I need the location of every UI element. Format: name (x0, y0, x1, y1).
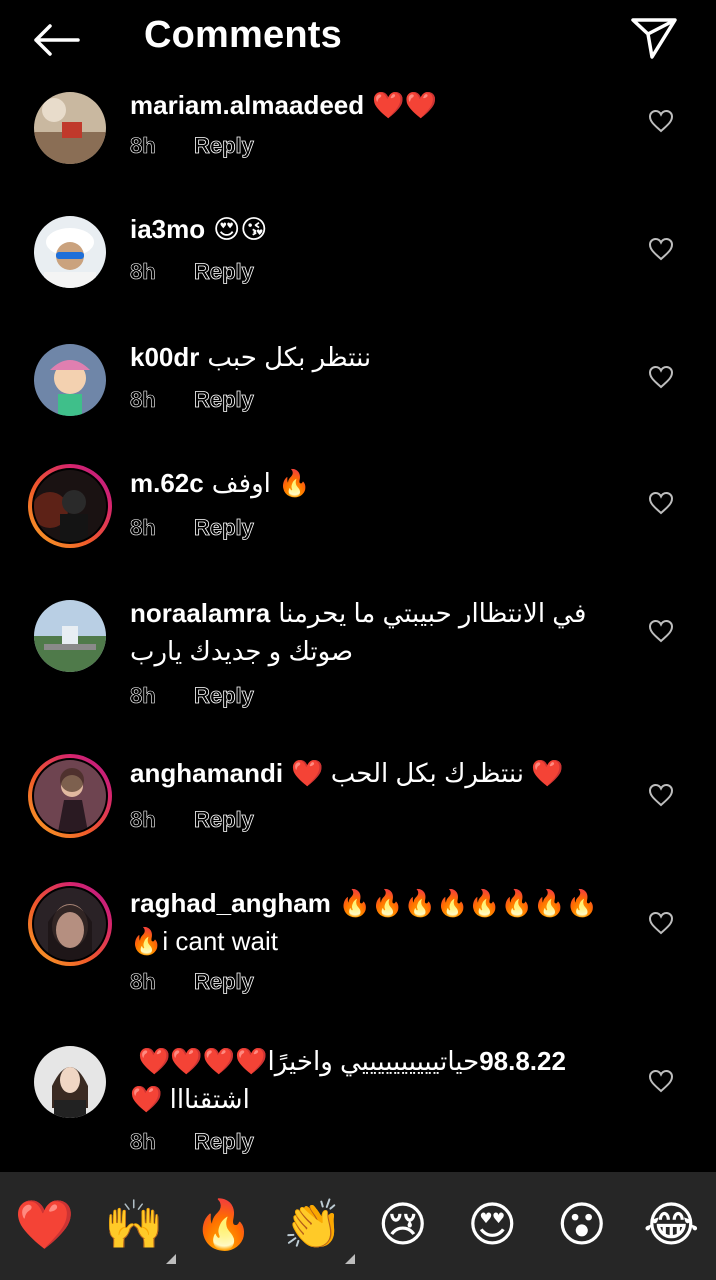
heart-outline-icon (648, 911, 674, 935)
like-button[interactable] (646, 488, 676, 518)
avatar[interactable] (28, 594, 112, 678)
comment-text-line2: اشتقنااا ❤️ (130, 1084, 250, 1114)
reply-button[interactable]: Reply (194, 969, 255, 995)
heart-outline-icon (648, 237, 674, 261)
like-button[interactable] (646, 1066, 676, 1096)
comment-username[interactable]: anghamandi (130, 758, 283, 788)
reply-button[interactable]: Reply (194, 1129, 255, 1155)
comment-time: 8h (130, 969, 156, 995)
heart-outline-icon (648, 491, 674, 515)
comment-text: 😍😘 (213, 214, 268, 244)
raising-hands-icon: 🙌 (104, 1199, 165, 1252)
reaction-fire-button[interactable]: 🔥 (192, 1194, 256, 1258)
comment-time: 8h (130, 807, 156, 833)
heart-outline-icon (648, 1069, 674, 1093)
comment-username[interactable]: ia3mo (130, 214, 205, 244)
reply-button[interactable]: Reply (194, 683, 255, 709)
avatar[interactable] (28, 882, 112, 966)
page-title: Comments (144, 14, 342, 56)
comment-text: ❤️ ننتظرك بكل الحب ❤️ (291, 758, 564, 788)
comment-text: في الانتظاار حبيبتي ما يحرمنا (278, 598, 587, 628)
share-button[interactable] (626, 12, 682, 64)
comment-text: ننتظر بكل حبب (207, 342, 372, 372)
avatar[interactable] (28, 1040, 112, 1124)
comment-username[interactable]: m.62c (130, 468, 204, 498)
comment-username[interactable]: mariam.almaadeed (130, 90, 364, 120)
avatar[interactable] (28, 464, 112, 548)
comment-username[interactable]: noraalamra (130, 598, 270, 628)
comment-time: 8h (130, 133, 156, 159)
like-button[interactable] (646, 780, 676, 810)
avatar[interactable] (28, 86, 112, 170)
reply-button[interactable]: Reply (194, 807, 255, 833)
reaction-laughing-button[interactable]: 😂 (639, 1194, 703, 1258)
reply-button[interactable]: Reply (194, 387, 255, 413)
skin-tone-indicator (166, 1254, 177, 1264)
like-button[interactable] (646, 234, 676, 264)
like-button[interactable] (646, 908, 676, 938)
arrow-left-icon (34, 24, 80, 56)
comment-time: 8h (130, 259, 156, 285)
reply-button[interactable]: Reply (194, 515, 255, 541)
avatar[interactable] (28, 210, 112, 294)
like-button[interactable] (646, 616, 676, 646)
comment-text-line2: 🔥i cant wait (130, 926, 278, 956)
comment-time: 8h (130, 515, 156, 541)
comment-time: 8h (130, 683, 156, 709)
reaction-heart-button[interactable]: ❤️ (13, 1194, 77, 1258)
reaction-heart-eyes-button[interactable]: 😍 (460, 1194, 524, 1258)
comment-text: ❤️❤️ (372, 90, 437, 120)
heart-outline-icon (648, 619, 674, 643)
comment-username[interactable]: raghad_angham (130, 888, 331, 918)
comment-username[interactable]: k00dr (130, 342, 199, 372)
reply-button[interactable]: Reply (194, 259, 255, 285)
reaction-crying-button[interactable]: 😢 (371, 1194, 435, 1258)
header: Comments (0, 0, 716, 78)
like-button[interactable] (646, 362, 676, 392)
skin-tone-indicator (345, 1254, 356, 1264)
comments-list[interactable]: mariam.almaadeed ❤️❤️ 8h Reply ia3mo 😍😘 8h… (0, 78, 716, 1172)
clapping-hands-icon: 👏 (283, 1199, 344, 1252)
comment-time: 8h (130, 1129, 156, 1155)
reply-button[interactable]: Reply (194, 133, 255, 159)
avatar[interactable] (28, 338, 112, 422)
comment-text-line2: صوتك و جديدك يارب (130, 636, 354, 666)
like-button[interactable] (646, 106, 676, 136)
heart-outline-icon (648, 365, 674, 389)
heart-outline-icon (648, 783, 674, 807)
heart-outline-icon (648, 109, 674, 133)
paper-plane-icon (631, 18, 677, 59)
comment-time: 8h (130, 387, 156, 413)
comment-text: حياتييييييييييي واخيرًا❤️❤️❤️❤️ (138, 1046, 480, 1076)
comment-text: اوفف 🔥 (211, 468, 311, 498)
quick-reaction-bar: ❤️ 🙌 🔥 👏 😢 😍 😮 😂 (0, 1172, 716, 1280)
reaction-raising-hands-button[interactable]: 🙌 (102, 1194, 177, 1264)
back-button[interactable] (28, 18, 84, 62)
avatar[interactable] (28, 754, 112, 838)
reaction-surprised-button[interactable]: 😮 (550, 1194, 614, 1258)
reaction-clapping-button[interactable]: 👏 (281, 1194, 356, 1264)
comment-text: 🔥🔥🔥🔥🔥🔥🔥🔥 (338, 888, 598, 918)
comment-username[interactable]: 98.8.22 (479, 1046, 566, 1076)
